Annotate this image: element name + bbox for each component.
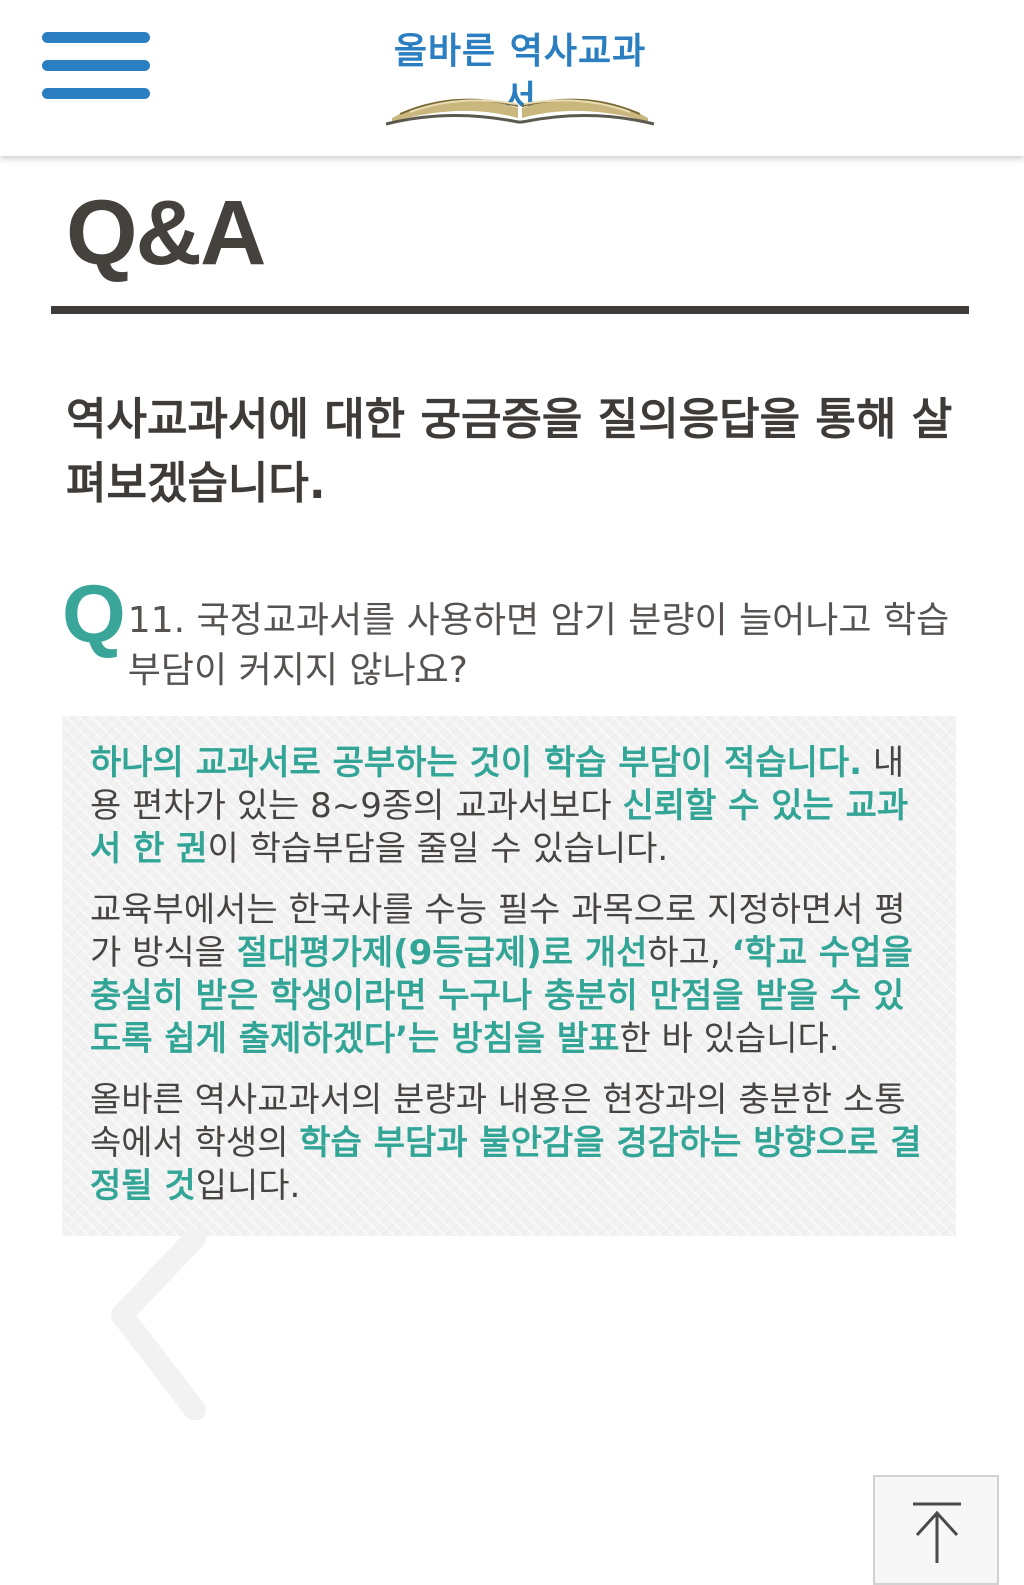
question-block: Q 11. 국정교과서를 사용하면 암기 분량이 늘어나고 학습 부담이 커지지… <box>62 572 962 696</box>
menu-bar <box>42 32 150 43</box>
answer-paragraph-3: 올바른 역사교과서의 분량과 내용은 현장과의 충분한 소통 속에서 학생의 학… <box>62 1079 956 1208</box>
menu-bar <box>42 88 150 99</box>
answer-text: 한 바 있습니다. <box>619 1019 840 1059</box>
hamburger-menu-icon[interactable] <box>40 30 152 104</box>
highlight-text: 하나의 교과서로 공부하는 것이 학습 부담이 적습니다. <box>90 743 863 783</box>
chevron-left-icon[interactable] <box>100 1230 210 1420</box>
arrow-up-to-top-icon <box>913 1502 961 1563</box>
page-title: Q&A <box>66 182 266 284</box>
highlight-text: 절대평가제(9등급제)로 개선 <box>236 933 648 973</box>
app-header: 올바른 역사교과서 <box>0 0 1024 156</box>
menu-bar <box>42 60 150 71</box>
site-logo[interactable]: 올바른 역사교과서 <box>380 28 660 128</box>
scroll-to-top-button[interactable] <box>873 1475 999 1585</box>
answer-box: 하나의 교과서로 공부하는 것이 학습 부담이 적습니다. 내용 편차가 있는 … <box>62 716 956 1236</box>
answer-paragraph-1: 하나의 교과서로 공부하는 것이 학습 부담이 적습니다. 내용 편차가 있는 … <box>62 716 956 871</box>
question-text: 11. 국정교과서를 사용하면 암기 분량이 늘어나고 학습 부담이 커지지 않… <box>127 600 950 691</box>
intro-text: 역사교과서에 대한 궁금증을 질의응답을 통해 살펴보겠습니다. <box>66 394 953 509</box>
answer-paragraph-2: 교육부에서는 한국사를 수능 필수 과목으로 지정하면서 평가 방식을 절대평가… <box>62 889 956 1061</box>
answer-text: 입니다. <box>195 1166 301 1206</box>
title-divider <box>51 306 969 314</box>
answer-text: 하고, <box>647 933 732 973</box>
question-marker: Q <box>62 569 126 660</box>
open-book-icon <box>385 98 655 126</box>
answer-text: 이 학습부담을 줄일 수 있습니다. <box>207 829 669 869</box>
